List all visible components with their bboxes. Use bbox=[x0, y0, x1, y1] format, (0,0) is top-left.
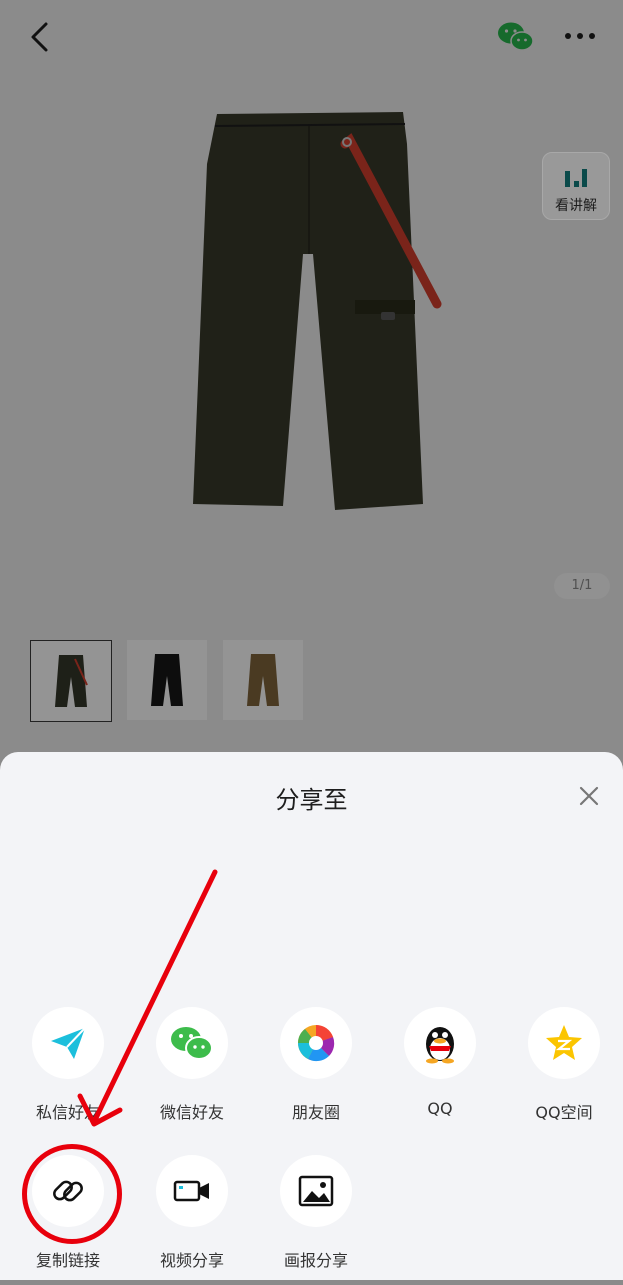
bar-chart-icon bbox=[565, 169, 587, 187]
share-option-qzone[interactable]: QQ空间 bbox=[509, 1007, 619, 1137]
annotation-arrow bbox=[77, 869, 218, 1127]
back-arrow-icon[interactable] bbox=[24, 20, 58, 54]
wechat-icon[interactable] bbox=[497, 20, 535, 54]
video-camera-icon bbox=[156, 1155, 228, 1227]
annotation-circle bbox=[22, 1144, 122, 1244]
share-option-poster[interactable]: 画报分享 bbox=[261, 1155, 371, 1285]
share-option-moments[interactable]: 朋友圈 bbox=[261, 1007, 371, 1137]
share-option-qq[interactable]: QQ bbox=[385, 1007, 495, 1137]
moments-aperture-icon bbox=[280, 1007, 352, 1079]
explain-button[interactable]: 看讲解 bbox=[542, 152, 610, 220]
option-label: QQ bbox=[427, 1099, 453, 1118]
thumbnail-olive[interactable] bbox=[30, 640, 112, 722]
more-icon[interactable] bbox=[560, 26, 600, 46]
qzone-star-icon bbox=[528, 1007, 600, 1079]
qq-penguin-icon bbox=[404, 1007, 476, 1079]
share-option-video[interactable]: 视频分享 bbox=[137, 1155, 247, 1285]
page-indicator: 1/1 bbox=[554, 573, 610, 599]
option-label: 画报分享 bbox=[283, 1251, 348, 1270]
option-label: QQ空间 bbox=[535, 1103, 593, 1122]
option-label: 朋友圈 bbox=[291, 1103, 340, 1122]
image-icon bbox=[280, 1155, 352, 1227]
option-label: 视频分享 bbox=[159, 1251, 224, 1270]
thumbnail-khaki[interactable] bbox=[223, 640, 303, 720]
option-label: 复制链接 bbox=[35, 1251, 100, 1270]
thumbnail-black[interactable] bbox=[127, 640, 207, 720]
share-sheet-title: 分享至 bbox=[275, 786, 348, 814]
explain-label: 看讲解 bbox=[555, 198, 597, 214]
product-image[interactable] bbox=[185, 104, 445, 514]
close-icon[interactable] bbox=[574, 781, 604, 811]
